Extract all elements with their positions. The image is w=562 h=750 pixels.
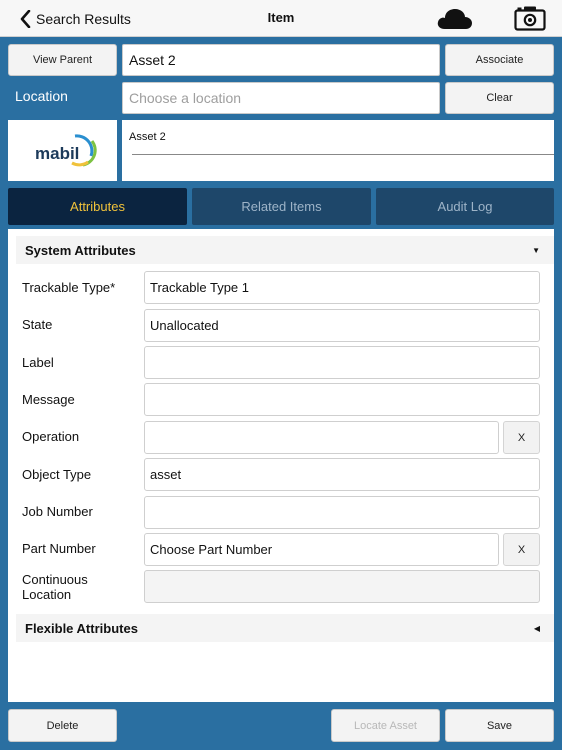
page-title: Item [267,10,295,25]
state-field[interactable]: Unallocated [144,309,540,342]
continuous-location-label-line2: Location [22,587,72,602]
section-title: Flexible Attributes [25,620,138,636]
clear-location-button[interactable]: Clear [445,82,554,114]
operation-label: Operation [22,429,80,444]
delete-button[interactable]: Delete [8,709,117,742]
cloud-icon[interactable] [437,6,473,30]
state-label: State [22,317,53,332]
svg-text:mabil: mabil [35,144,79,163]
trackable-type-label: Trackable Type* [22,280,116,295]
description-text: Asset 2 [129,131,166,143]
tab-audit-log[interactable]: Audit Log [376,188,554,225]
continuous-location-label: Continuous Location [22,572,88,602]
asset-image[interactable]: mabil [8,120,117,181]
job-number-field[interactable] [144,496,540,529]
message-field[interactable] [144,383,540,416]
continuous-location-label-line1: Continuous [22,572,88,587]
object-type-field[interactable]: asset [144,458,540,491]
clear-part-number-button[interactable]: X [503,533,540,566]
location-input[interactable]: Choose a location [122,82,440,114]
navigation-bar: Search Results Item [0,0,562,37]
save-button[interactable]: Save [445,709,554,742]
system-attributes-header[interactable]: System Attributes ▼ [16,236,554,264]
label-field[interactable] [144,346,540,379]
camera-icon[interactable] [514,5,546,31]
part-number-label: Part Number [22,541,96,556]
asset-name-field[interactable]: Asset 2 [122,44,440,76]
triangle-down-icon: ▼ [532,245,540,255]
divider [132,154,554,155]
job-number-label: Job Number [22,504,93,519]
description-area[interactable]: Asset 2 [122,120,554,181]
triangle-left-icon: ◀ [533,623,540,633]
location-label: Location [15,88,68,104]
associate-button[interactable]: Associate [445,44,554,76]
mabil-logo: mabil [35,134,97,167]
message-label: Message [22,392,75,407]
part-number-input[interactable]: Choose Part Number [144,533,499,566]
continuous-location-field [144,570,540,603]
flexible-attributes-header[interactable]: Flexible Attributes ◀ [16,614,554,642]
trackable-type-field[interactable]: Trackable Type 1 [144,271,540,304]
tab-attributes[interactable]: Attributes [8,188,187,225]
object-type-label: Object Type [22,467,92,482]
label-label: Label [22,355,54,370]
tab-related-items[interactable]: Related Items [192,188,371,225]
section-title: System Attributes [25,242,136,258]
locate-asset-button[interactable]: Locate Asset [331,709,440,742]
operation-field[interactable] [144,421,499,454]
view-parent-button[interactable]: View Parent [8,44,117,76]
clear-operation-button[interactable]: X [503,421,540,454]
attributes-panel: System Attributes ▼ Trackable Type* Trac… [8,229,554,702]
